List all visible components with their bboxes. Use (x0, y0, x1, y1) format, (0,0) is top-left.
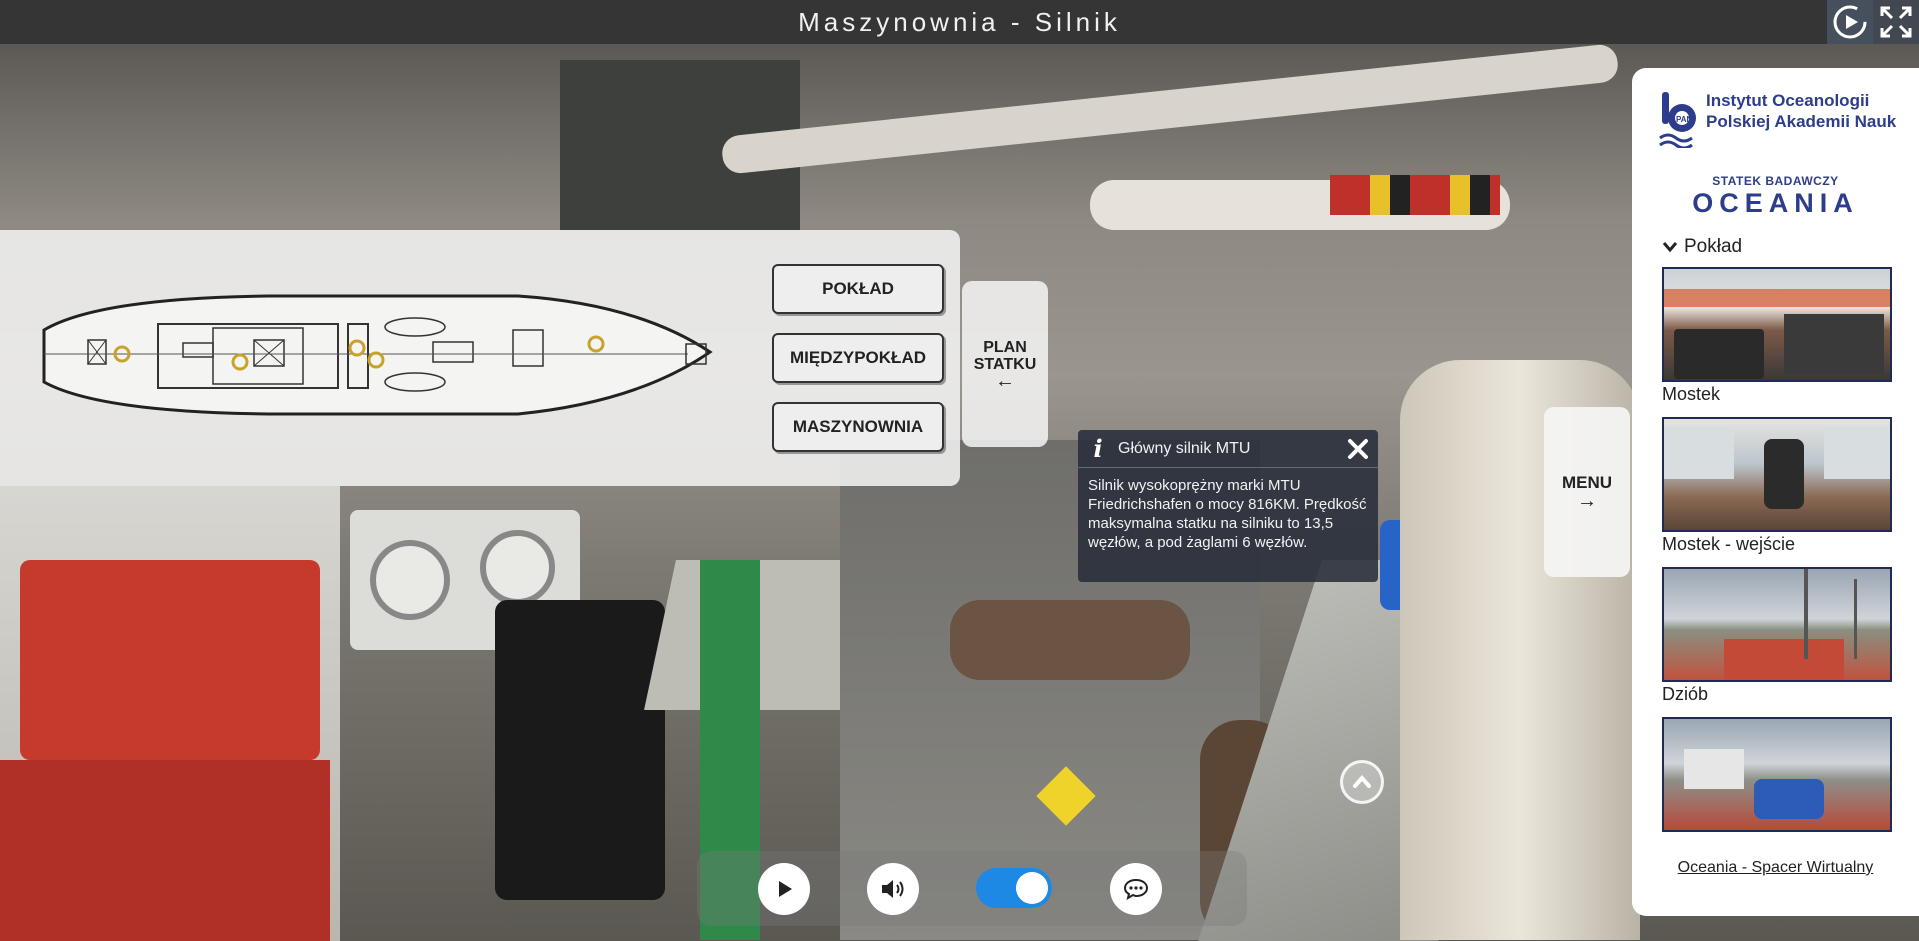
ship-name: OCEANIA (1692, 188, 1859, 218)
play-button[interactable] (758, 863, 810, 915)
deck-button-miedzypoklad[interactable]: MIĘDZYPOKŁAD (772, 333, 944, 383)
info-icon: i (1093, 434, 1103, 463)
institute-name: Instytut Oceanologii Polskiej Akademii N… (1706, 90, 1896, 132)
institute-name-line2: Polskiej Akademii Nauk (1706, 112, 1897, 131)
info-body: Silnik wysokoprężny marki MTU Friedrichs… (1088, 477, 1367, 551)
title-bar: Maszynownia - Silnik (0, 0, 1919, 44)
close-button[interactable] (1338, 430, 1378, 468)
control-bar (697, 851, 1247, 926)
iopan-logo-icon: PAN (1659, 92, 1696, 148)
ship-subtitle: STATEK BADAWCZY (1712, 174, 1839, 188)
sidebar-menu: PAN Instytut Oceanologii Polskiej Akadem… (1632, 68, 1919, 916)
arrow-left-icon: ← (995, 369, 1015, 392)
autoplay-button[interactable] (1827, 0, 1873, 44)
section-label: Pokład (1684, 236, 1743, 257)
info-title: Główny silnik MTU (1118, 439, 1251, 457)
fullscreen-icon (1880, 6, 1912, 38)
thumbnail-label-mostek-wejscie: Mostek - wejście (1662, 534, 1796, 554)
toggle-knob (1016, 872, 1048, 904)
plan-toggle-line1: PLAN (983, 338, 1027, 356)
chevron-down-icon (1662, 242, 1678, 253)
menu-toggle[interactable]: MENU → (1544, 407, 1630, 577)
navigation-hotspot[interactable] (1340, 760, 1384, 804)
thumbnail-label-dziob: Dziób (1662, 684, 1709, 704)
topbar-icons (1827, 0, 1919, 44)
ship-plan-toggle[interactable]: PLAN STATKU ← (962, 281, 1048, 447)
chevron-up-icon (1353, 774, 1371, 788)
ship-deck-plan[interactable] (38, 290, 714, 422)
fullscreen-button[interactable] (1873, 0, 1919, 44)
chat-icon (1123, 878, 1149, 901)
thumbnail-dziob[interactable] (1662, 567, 1892, 682)
info-header: i Główny silnik MTU (1078, 430, 1378, 468)
autoplay-icon (1833, 5, 1867, 39)
ship-plan-panel: POKŁAD MIĘDZYPOKŁAD MASZYNOWNIA (0, 230, 960, 486)
close-icon (1348, 438, 1368, 459)
logo-badge: PAN (1676, 115, 1693, 124)
institute-name-line1: Instytut Oceanologii (1706, 91, 1870, 110)
thumbnail-mostek-wejscie[interactable] (1662, 417, 1892, 532)
arrow-right-icon: → (1577, 490, 1597, 512)
thumbnail-poklad-rufa[interactable] (1662, 717, 1892, 832)
volume-button[interactable] (867, 863, 919, 915)
page-title: Maszynownia - Silnik (798, 6, 1121, 37)
chat-button[interactable] (1110, 863, 1162, 915)
section-pokład[interactable]: Pokład (1662, 236, 1742, 258)
info-popup: i Główny silnik MTU Silnik wysokoprężny … (1078, 430, 1378, 582)
thumbnail-mostek[interactable] (1662, 267, 1892, 382)
institute-logo: PAN Instytut Oceanologii Polskiej Akadem… (1658, 90, 1896, 148)
deck-button-maszynownia[interactable]: MASZYNOWNIA (772, 402, 944, 452)
footer-link[interactable]: Oceania - Spacer Wirtualny (1632, 859, 1919, 877)
play-icon (779, 881, 792, 897)
toggle-switch[interactable] (976, 868, 1052, 908)
thumbnail-label-mostek: Mostek (1662, 384, 1721, 404)
deck-button-poklad[interactable]: POKŁAD (772, 264, 944, 314)
volume-icon (882, 880, 904, 898)
